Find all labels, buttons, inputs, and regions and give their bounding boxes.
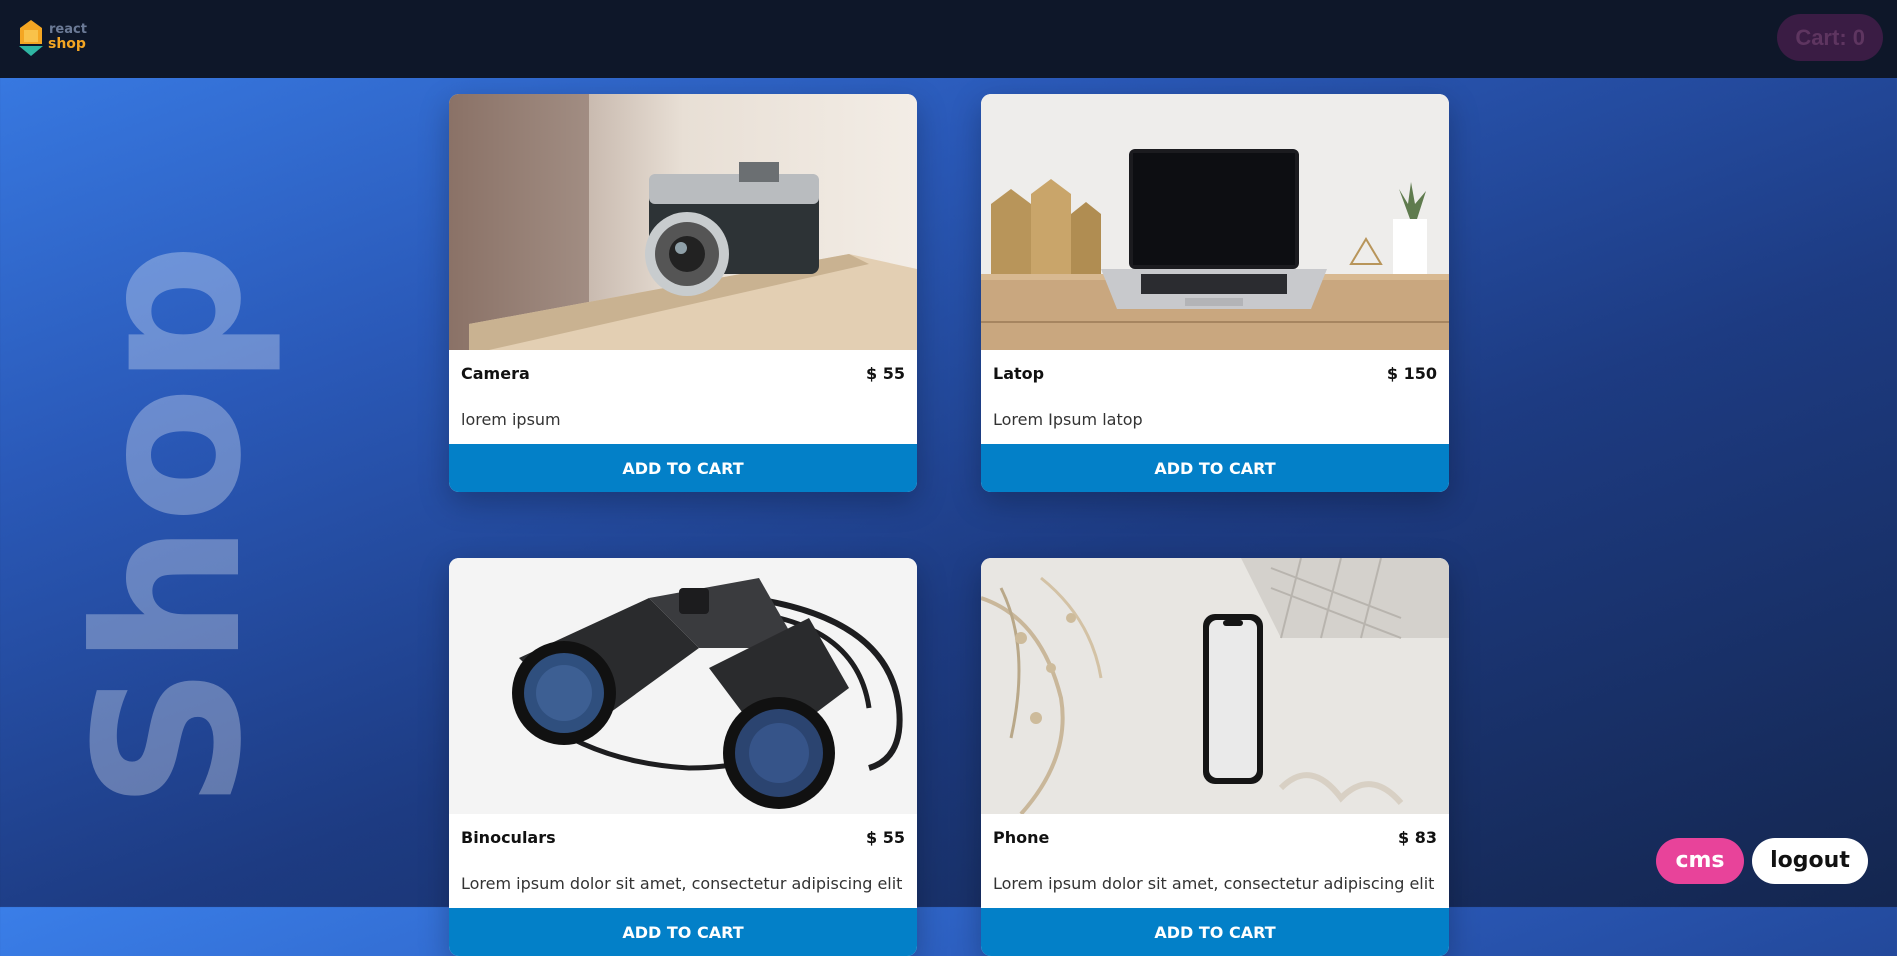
product-description: lorem ipsum [461, 410, 561, 429]
product-header: Latop $ 150 [981, 350, 1449, 396]
shop-vertical-title: Shop [53, 243, 286, 810]
product-name: Binoculars [461, 828, 556, 847]
product-description: Lorem ipsum dolor sit amet, consectetur … [993, 874, 1435, 893]
logout-button[interactable]: logout [1752, 838, 1868, 884]
product-header: Phone $ 83 [981, 814, 1449, 860]
product-price: $ 55 [866, 828, 905, 847]
product-price: $ 55 [866, 364, 905, 383]
product-price: $ 83 [1398, 828, 1437, 847]
add-to-cart-button[interactable]: ADD TO CART [449, 908, 917, 956]
shop-bag-icon [19, 20, 43, 56]
product-card-laptop: Latop $ 150 Lorem Ipsum latop ADD TO CAR… [981, 94, 1449, 492]
add-to-cart-button[interactable]: ADD TO CART [449, 444, 917, 492]
product-card-camera: Camera $ 55 lorem ipsum ADD TO CART [449, 94, 917, 492]
product-name: Latop [993, 364, 1045, 383]
top-navigation-bar: react shop Cart: 0 [0, 0, 1897, 78]
binoculars-photo [449, 558, 917, 814]
camera-photo [449, 94, 917, 350]
product-card-binoculars: Binoculars $ 55 Lorem ipsum dolor sit am… [449, 558, 917, 956]
product-description: Lorem Ipsum latop [993, 410, 1143, 429]
product-name: Camera [461, 364, 530, 383]
add-to-cart-button[interactable]: ADD TO CART [981, 908, 1449, 956]
react-shop-logo[interactable]: react shop [16, 18, 87, 58]
product-price: $ 150 [1386, 364, 1437, 383]
add-to-cart-button[interactable]: ADD TO CART [981, 444, 1449, 492]
product-description: Lorem ipsum dolor sit amet, consectetur … [461, 874, 903, 893]
logo-text-react: react [49, 22, 87, 37]
phone-photo [981, 558, 1449, 814]
laptop-photo [981, 94, 1449, 350]
product-header: Camera $ 55 [449, 350, 917, 396]
logo-text-shop: shop [48, 36, 86, 52]
cart-button[interactable]: Cart: 0 [1777, 14, 1883, 61]
product-name: Phone [993, 828, 1050, 847]
product-header: Binoculars $ 55 [449, 814, 917, 860]
cms-button[interactable]: cms [1656, 838, 1744, 884]
product-card-phone: Phone $ 83 Lorem ipsum dolor sit amet, c… [981, 558, 1449, 956]
